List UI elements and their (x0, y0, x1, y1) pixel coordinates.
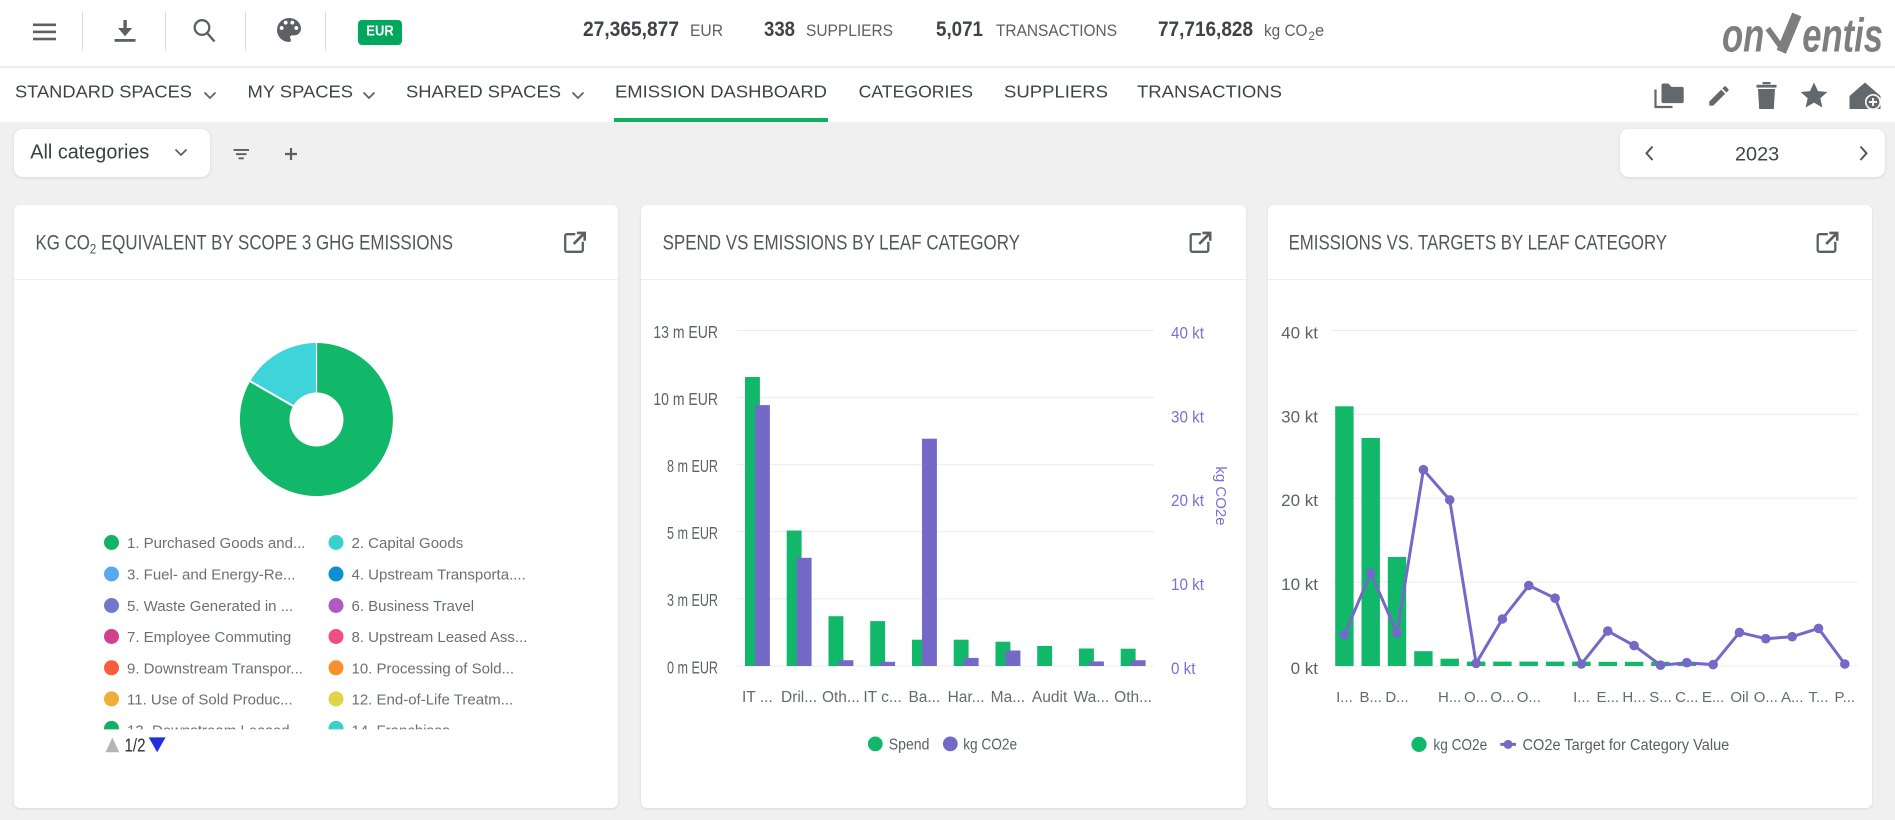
svg-text:S...: S... (1649, 689, 1672, 706)
svg-text:0 m EUR: 0 m EUR (667, 657, 718, 677)
svg-text:Ma...: Ma... (991, 689, 1025, 706)
svg-text:1/2: 1/2 (125, 736, 146, 756)
svg-text:H...: H... (1438, 689, 1461, 706)
svg-text:SUPPLIERS: SUPPLIERS (806, 22, 893, 40)
svg-text:5,071: 5,071 (936, 18, 983, 41)
svg-text:P...: P... (1835, 689, 1856, 706)
svg-text:8. Upstream Leased Ass...: 8. Upstream Leased Ass... (352, 629, 528, 646)
svg-text:Dril...: Dril... (781, 689, 817, 706)
svg-text:O...: O... (1517, 689, 1541, 706)
svg-text:0 kt: 0 kt (1291, 659, 1319, 678)
svg-text:5. Waste Generated in ...: 5. Waste Generated in ... (127, 598, 293, 615)
svg-text:6. Business Travel: 6. Business Travel (352, 598, 475, 615)
svg-text:Wa...: Wa... (1074, 689, 1110, 706)
svg-text:T...: T... (1808, 689, 1828, 706)
svg-text:E...: E... (1597, 689, 1620, 706)
svg-text:40 kt: 40 kt (1171, 325, 1204, 343)
svg-text:Har...: Har... (948, 689, 985, 706)
svg-text:12. End-of-Life Treatm...: 12. End-of-Life Treatm... (352, 691, 514, 708)
svg-text:SUPPLIERS: SUPPLIERS (1004, 82, 1108, 102)
svg-text:77,716,828: 77,716,828 (1158, 18, 1253, 41)
svg-text:EQUIVALENT BY SCOPE 3 GHG EMIS: EQUIVALENT BY SCOPE 3 GHG EMISSIONS (101, 231, 453, 254)
svg-text:EUR: EUR (690, 22, 723, 40)
svg-text:9. Downstream Transpor...: 9. Downstream Transpor... (127, 660, 303, 677)
svg-text:SHARED SPACES: SHARED SPACES (406, 82, 561, 102)
svg-text:20 kt: 20 kt (1171, 492, 1204, 510)
svg-text:Oth...: Oth... (1114, 689, 1152, 706)
svg-text:E...: E... (1702, 689, 1725, 706)
svg-text:27,365,877: 27,365,877 (583, 18, 679, 41)
svg-text:kg CO: kg CO (1264, 22, 1308, 40)
svg-text:20 kt: 20 kt (1281, 491, 1318, 510)
svg-text:Spend: Spend (889, 736, 930, 753)
svg-text:30 kt: 30 kt (1171, 408, 1204, 426)
svg-text:40 kt: 40 kt (1281, 324, 1318, 343)
svg-text:SPEND VS EMISSIONS BY LEAF CAT: SPEND VS EMISSIONS BY LEAF CATEGORY (663, 231, 1020, 254)
svg-text:KG CO: KG CO (36, 231, 90, 254)
svg-text:CATEGORIES: CATEGORIES (859, 82, 974, 102)
svg-text:B...: B... (1359, 689, 1382, 706)
svg-text:2. Capital Goods: 2. Capital Goods (352, 535, 464, 552)
svg-text:10 kt: 10 kt (1281, 575, 1318, 594)
svg-text:EMISSIONS VS. TARGETS BY LEAF: EMISSIONS VS. TARGETS BY LEAF CATEGORY (1289, 231, 1667, 254)
svg-text:13 m EUR: 13 m EUR (653, 322, 718, 342)
svg-text:Oil: Oil (1730, 689, 1748, 706)
svg-text:3 m EUR: 3 m EUR (667, 590, 718, 610)
svg-text:Ba...: Ba... (908, 689, 940, 706)
svg-text:10 kt: 10 kt (1171, 576, 1204, 594)
svg-text:O...: O... (1754, 689, 1778, 706)
svg-text:entis: entis (1802, 9, 1883, 62)
svg-text:STANDARD SPACES: STANDARD SPACES (15, 82, 192, 102)
svg-text:EUR: EUR (366, 24, 394, 40)
svg-text:0 kt: 0 kt (1171, 660, 1196, 678)
svg-text:10 m EUR: 10 m EUR (653, 389, 718, 409)
svg-text:8 m EUR: 8 m EUR (667, 456, 718, 476)
svg-text:H...: H... (1622, 689, 1645, 706)
svg-text:D...: D... (1385, 689, 1408, 706)
svg-text:Oth...: Oth... (822, 689, 860, 706)
svg-text:e: e (1315, 22, 1324, 40)
svg-text:IT c...: IT c... (863, 689, 901, 706)
svg-text:C...: C... (1675, 689, 1698, 706)
svg-text:10. Processing of Sold...: 10. Processing of Sold... (352, 660, 515, 677)
svg-text:kg CO2e: kg CO2e (963, 736, 1017, 753)
svg-text:A...: A... (1781, 689, 1804, 706)
svg-text:3. Fuel- and Energy-Re...: 3. Fuel- and Energy-Re... (127, 567, 295, 584)
svg-text:kg CO2e: kg CO2e (1433, 737, 1487, 754)
svg-text:on: on (1722, 9, 1764, 62)
svg-text:2: 2 (90, 242, 96, 258)
svg-text:338: 338 (764, 18, 795, 41)
svg-text:30 kt: 30 kt (1281, 407, 1318, 426)
svg-text:MY SPACES: MY SPACES (248, 82, 354, 102)
svg-text:O...: O... (1464, 689, 1488, 706)
svg-text:Audit: Audit (1032, 689, 1068, 706)
svg-text:IT ...: IT ... (742, 689, 773, 706)
svg-text:TRANSACTIONS: TRANSACTIONS (996, 22, 1117, 40)
svg-text:kg CO2e: kg CO2e (1212, 466, 1229, 525)
svg-text:5 m EUR: 5 m EUR (667, 523, 718, 543)
svg-text:1. Purchased Goods and...: 1. Purchased Goods and... (127, 535, 305, 552)
svg-text:TRANSACTIONS: TRANSACTIONS (1137, 82, 1282, 102)
svg-text:EMISSION DASHBOARD: EMISSION DASHBOARD (615, 82, 827, 102)
svg-text:14. Franchises: 14. Franchises (352, 723, 450, 740)
svg-text:I...: I... (1336, 689, 1353, 706)
svg-text:2: 2 (1309, 31, 1315, 43)
svg-text:2023: 2023 (1735, 145, 1779, 166)
svg-text:11. Use of Sold Produc...: 11. Use of Sold Produc... (127, 691, 293, 708)
svg-text:4. Upstream Transporta....: 4. Upstream Transporta.... (352, 567, 526, 584)
svg-text:O...: O... (1490, 689, 1514, 706)
svg-text:I...: I... (1573, 689, 1590, 706)
svg-text:All categories: All categories (30, 142, 149, 164)
svg-text:13. Downstream Leased...: 13. Downstream Leased... (127, 723, 302, 740)
svg-text:CO2e Target for Category Value: CO2e Target for Category Value (1523, 737, 1730, 754)
svg-text:7. Employee Commuting: 7. Employee Commuting (127, 629, 291, 646)
